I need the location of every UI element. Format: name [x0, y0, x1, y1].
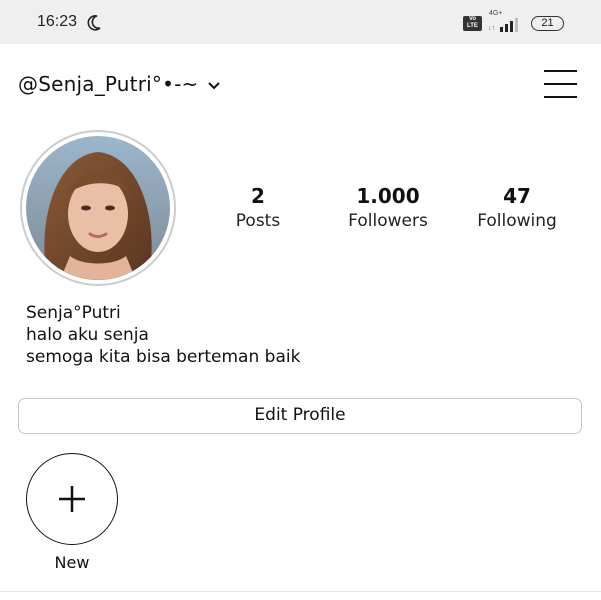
- followers-label: Followers: [348, 211, 428, 231]
- edit-profile-button[interactable]: Edit Profile: [18, 398, 582, 434]
- bio-line: semoga kita bisa berteman baik: [26, 347, 301, 367]
- display-name: Senja°Putri: [26, 303, 121, 323]
- username[interactable]: @Senja_Putri°•-~: [18, 72, 198, 96]
- status-time: 16:23: [37, 13, 78, 30]
- followers-count: 1.000: [356, 184, 420, 208]
- avatar[interactable]: [26, 136, 170, 280]
- battery-icon: 21: [531, 16, 564, 31]
- hamburger-menu-icon[interactable]: [544, 70, 577, 98]
- following-count: 47: [503, 184, 531, 208]
- signal-icon: ↓↑: [488, 18, 518, 32]
- new-highlight-button[interactable]: [26, 453, 118, 545]
- plus-icon: [59, 486, 85, 512]
- chevron-down-icon[interactable]: [207, 81, 221, 91]
- following-label: Following: [477, 211, 557, 231]
- divider: [0, 591, 601, 592]
- network-type: 4G+: [489, 10, 503, 17]
- posts-stat[interactable]: 2 Posts: [203, 183, 313, 233]
- profile-photo: [26, 136, 170, 280]
- new-highlight-label: New: [54, 553, 90, 572]
- bio-line: halo aku senja: [26, 325, 149, 345]
- followers-stat[interactable]: 1.000 Followers: [333, 183, 443, 233]
- volte-icon: Vo LTE: [463, 16, 482, 31]
- following-stat[interactable]: 47 Following: [462, 183, 572, 233]
- status-bar: 16:23 Vo LTE 4G+ ↓↑ 21: [0, 0, 601, 44]
- posts-label: Posts: [235, 211, 281, 231]
- moon-icon: [87, 15, 101, 31]
- svg-text:↓↑: ↓↑: [488, 25, 495, 32]
- posts-count: 2: [251, 184, 265, 208]
- bio: Senja°Putri halo aku senja semoga kita b…: [26, 302, 300, 368]
- account-switcher[interactable]: @Senja_Putri°•-~: [18, 72, 198, 100]
